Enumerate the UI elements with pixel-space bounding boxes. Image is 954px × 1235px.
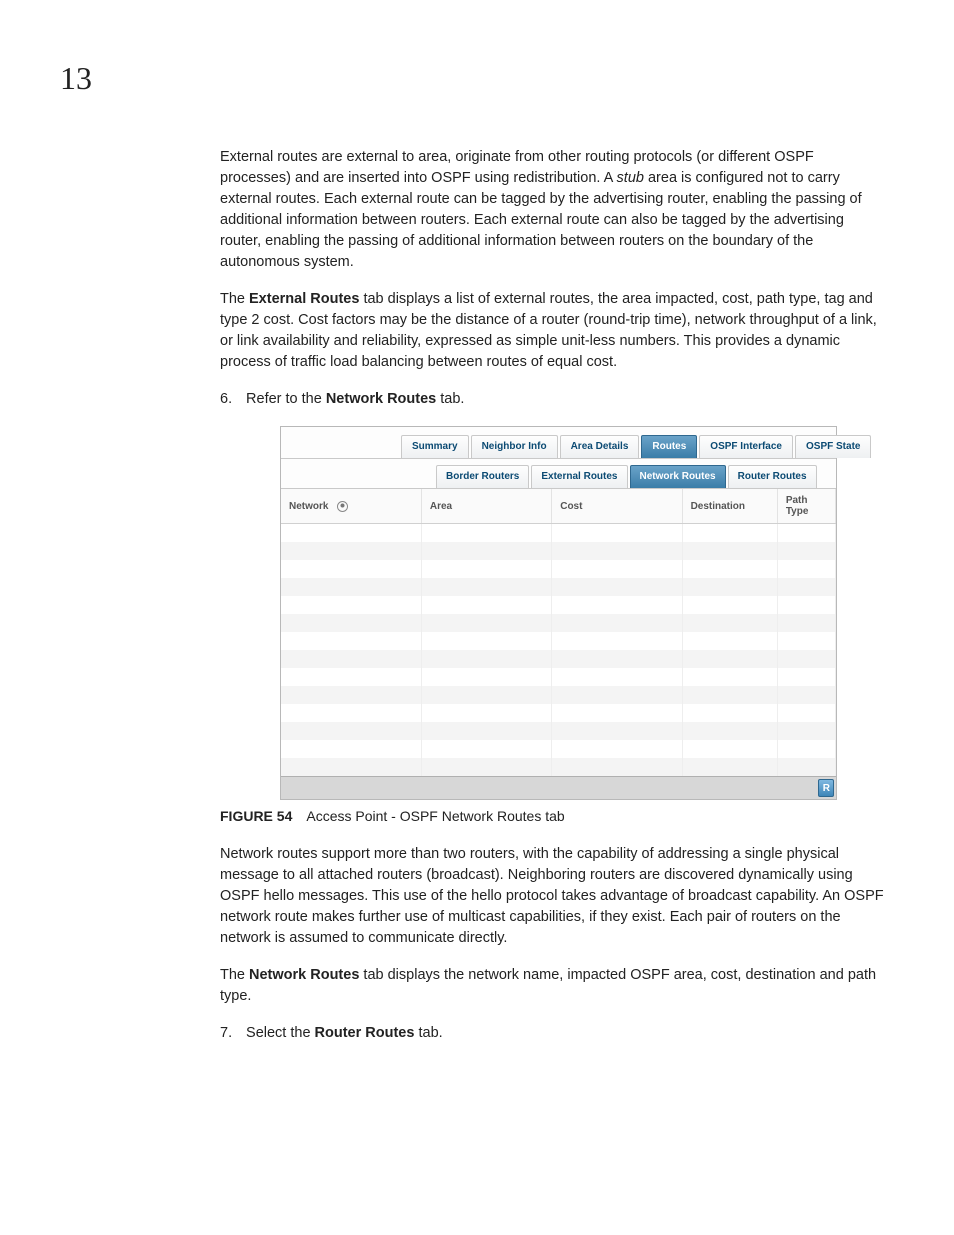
step-number: 7. xyxy=(220,1023,242,1044)
sort-indicator-icon xyxy=(337,501,348,512)
tab-area-details[interactable]: Area Details xyxy=(560,435,640,458)
col-header-network-label: Network xyxy=(289,501,328,512)
subtab-network-routes[interactable]: Network Routes xyxy=(630,465,726,488)
ospf-network-routes-screenshot: Summary Neighbor Info Area Details Route… xyxy=(280,426,837,800)
tab-ospf-interface[interactable]: OSPF Interface xyxy=(699,435,793,458)
table-row xyxy=(281,596,836,614)
step-7: 7. Select the Router Routes tab. xyxy=(220,1023,884,1044)
bold-network-routes: Network Routes xyxy=(326,391,436,407)
text: Refer to the xyxy=(246,391,326,407)
refresh-button[interactable]: R xyxy=(818,779,834,797)
figure-caption: FIGURE 54 Access Point - OSPF Network Rou… xyxy=(220,808,884,824)
bold-router-routes: Router Routes xyxy=(315,1025,415,1041)
figure-label: FIGURE 54 xyxy=(220,808,292,824)
text: The xyxy=(220,967,249,983)
screenshot-footer: R xyxy=(281,776,836,799)
refresh-button-label: R xyxy=(823,783,830,794)
subtab-router-routes[interactable]: Router Routes xyxy=(728,465,817,488)
sub-tab-bar: Border Routers External Routes Network R… xyxy=(281,459,836,489)
main-tab-bar: Summary Neighbor Info Area Details Route… xyxy=(281,427,836,459)
col-header-network[interactable]: Network xyxy=(281,489,421,524)
subtab-border-routers[interactable]: Border Routers xyxy=(436,465,529,488)
figure-caption-text: Access Point - OSPF Network Routes tab xyxy=(306,808,564,824)
col-header-destination[interactable]: Destination xyxy=(682,489,777,524)
table-row xyxy=(281,704,836,722)
paragraph-external-routes-intro: External routes are external to area, or… xyxy=(220,147,884,273)
tab-summary[interactable]: Summary xyxy=(401,435,469,458)
text: The xyxy=(220,291,249,307)
col-header-path-type[interactable]: Path Type xyxy=(777,489,835,524)
table-row xyxy=(281,632,836,650)
table-row xyxy=(281,578,836,596)
table-row xyxy=(281,758,836,776)
step-6: 6. Refer to the Network Routes tab. xyxy=(220,389,884,410)
bold-network-routes: Network Routes xyxy=(249,967,359,983)
table-row xyxy=(281,542,836,560)
step-number: 6. xyxy=(220,389,242,410)
tab-routes[interactable]: Routes xyxy=(641,435,697,458)
table-row xyxy=(281,668,836,686)
text: tab. xyxy=(414,1025,442,1041)
table-row xyxy=(281,650,836,668)
text: tab. xyxy=(436,391,464,407)
table-row xyxy=(281,614,836,632)
italic-stub: stub xyxy=(617,170,644,186)
text: Select the xyxy=(246,1025,315,1041)
subtab-external-routes[interactable]: External Routes xyxy=(531,465,627,488)
table-row xyxy=(281,740,836,758)
paragraph-network-routes-tab: The Network Routes tab displays the netw… xyxy=(220,965,884,1007)
table-body xyxy=(281,524,836,777)
table-row xyxy=(281,722,836,740)
tab-neighbor-info[interactable]: Neighbor Info xyxy=(471,435,558,458)
bold-external-routes: External Routes xyxy=(249,291,359,307)
col-header-cost[interactable]: Cost xyxy=(552,489,682,524)
table-row xyxy=(281,686,836,704)
paragraph-network-routes-desc: Network routes support more than two rou… xyxy=(220,844,884,949)
paragraph-external-routes-tab: The External Routes tab displays a list … xyxy=(220,289,884,373)
col-header-area[interactable]: Area xyxy=(421,489,551,524)
table-row xyxy=(281,560,836,578)
tab-ospf-state[interactable]: OSPF State xyxy=(795,435,871,458)
chapter-number: 13 xyxy=(60,60,884,97)
table-row xyxy=(281,524,836,543)
network-routes-table: Network Area Cost Destination Path Type xyxy=(281,489,836,776)
